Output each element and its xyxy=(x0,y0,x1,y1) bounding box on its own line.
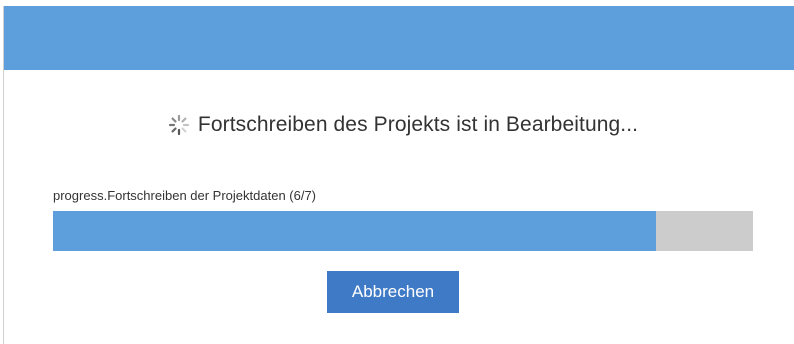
status-text: Fortschreiben des Projekts ist in Bearbe… xyxy=(197,113,639,136)
progress-bar-fill xyxy=(53,211,657,251)
dialog-header xyxy=(4,6,794,70)
progress-label: progress.Fortschreiben der Projektdaten … xyxy=(53,188,317,203)
spinner-icon xyxy=(168,114,190,136)
progress-dialog: Fortschreiben des Projekts ist in Bearbe… xyxy=(3,6,794,344)
progress-bar xyxy=(53,211,753,251)
cancel-button[interactable]: Abbrechen xyxy=(327,271,459,313)
status-row: Fortschreiben des Projekts ist in Bearbe… xyxy=(4,110,794,140)
